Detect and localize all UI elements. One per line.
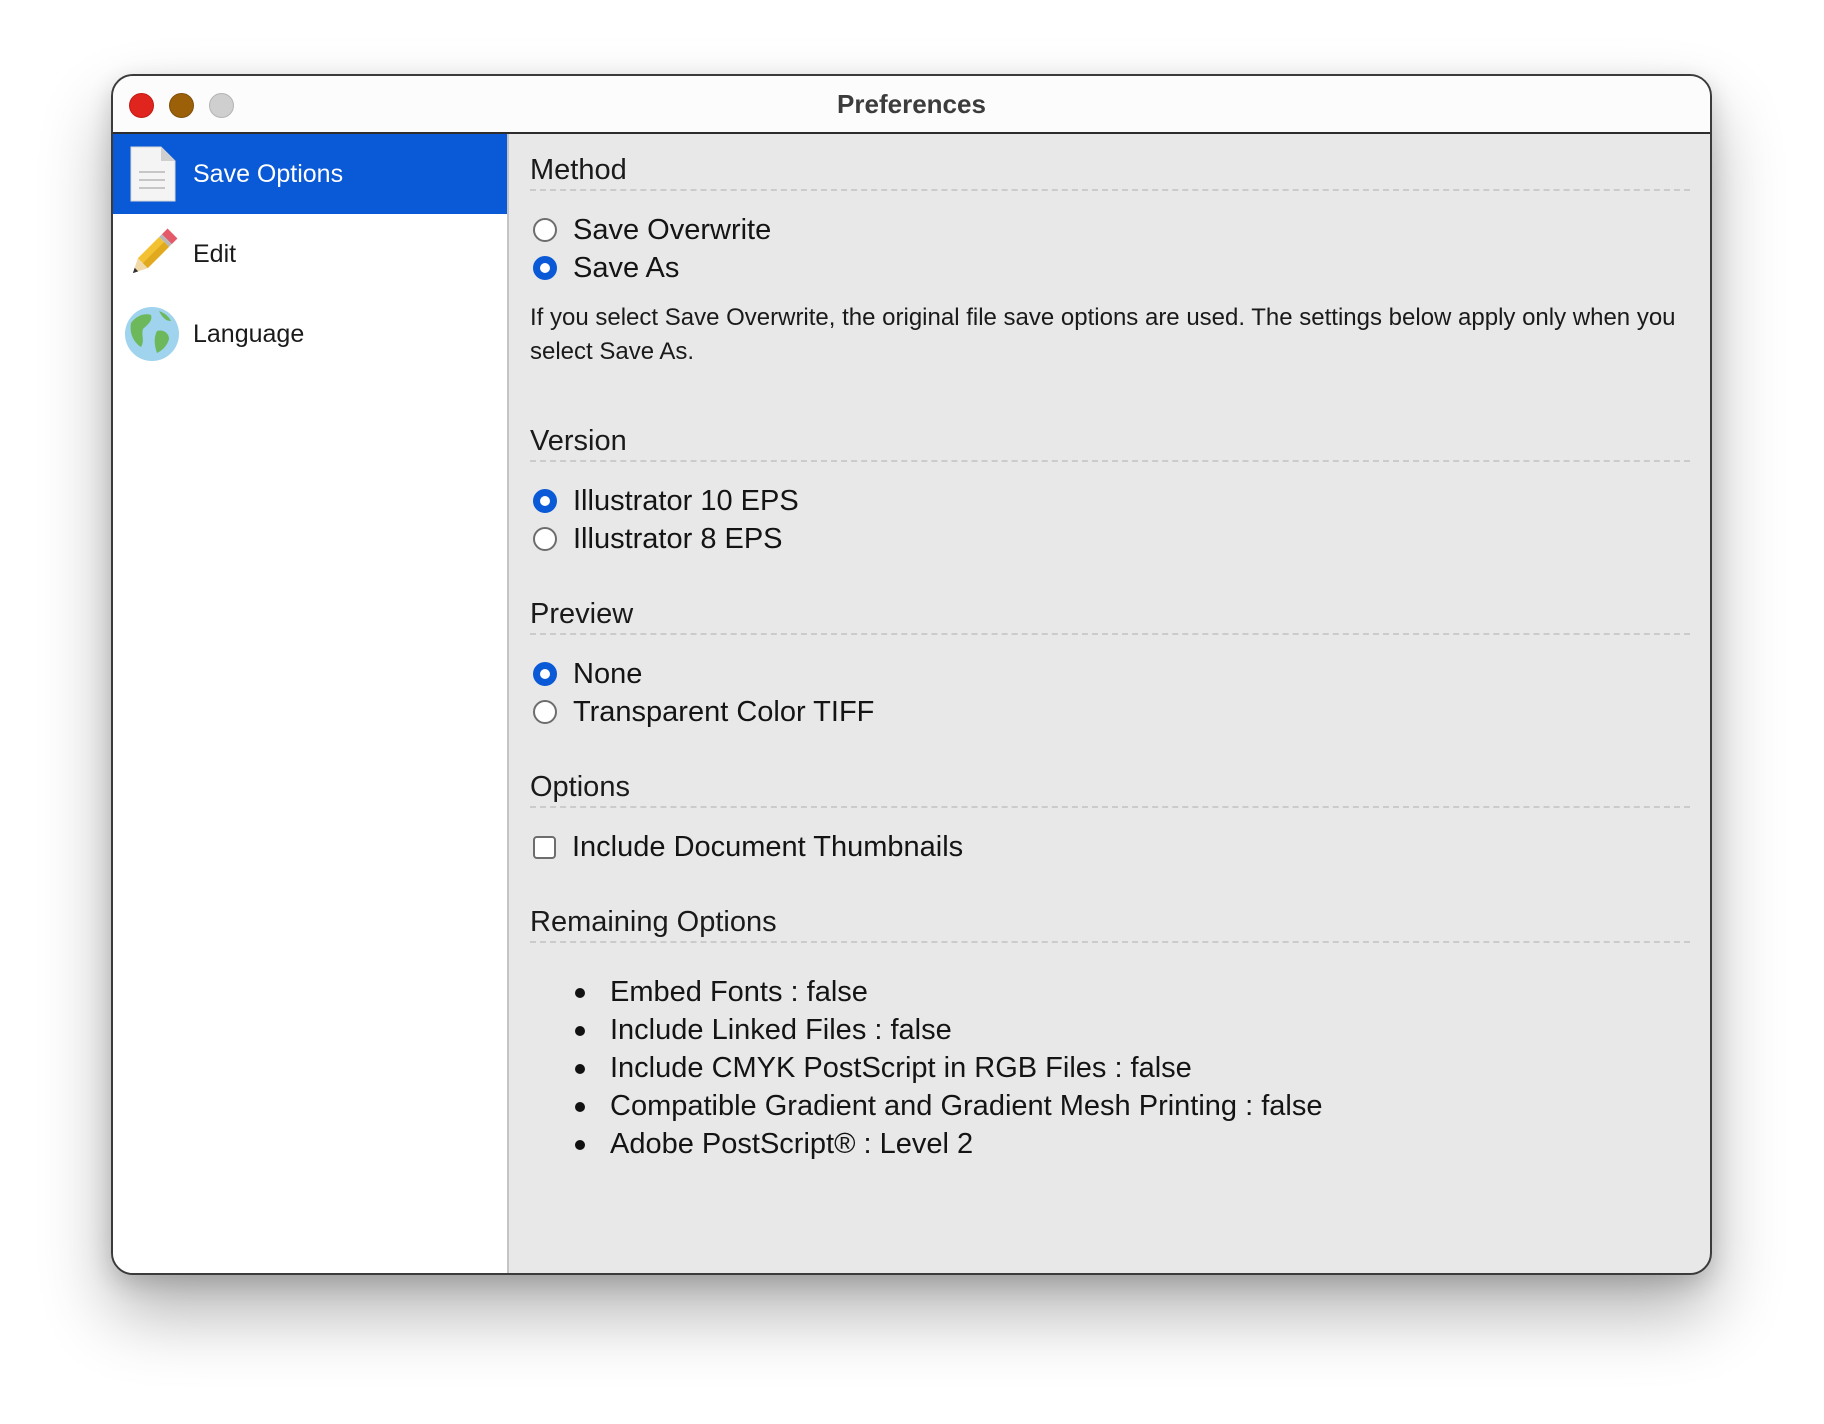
- title-bar: Preferences: [113, 76, 1710, 134]
- radio-button[interactable]: [533, 700, 557, 724]
- window-title: Preferences: [837, 89, 986, 119]
- remaining-options-list: Embed Fonts : false Include Linked Files…: [530, 973, 1690, 1163]
- section-header-preview: Preview: [530, 598, 1690, 635]
- section-header-remaining-options: Remaining Options: [530, 906, 1690, 943]
- radio-illustrator-10-eps[interactable]: Illustrator 10 EPS: [530, 482, 1690, 520]
- sidebar-item-label: Edit: [193, 239, 237, 268]
- sidebar-item-edit[interactable]: Edit: [113, 214, 507, 294]
- globe-icon: [123, 305, 181, 363]
- radio-label: Illustrator 10 EPS: [573, 484, 799, 517]
- radio-label: None: [573, 657, 643, 690]
- radio-transparent-color-tiff[interactable]: Transparent Color TIFF: [530, 693, 1690, 731]
- radio-preview-none[interactable]: None: [530, 655, 1690, 693]
- sidebar-item-save-options[interactable]: Save Options: [113, 134, 507, 214]
- preferences-window: Preferences Save Options Edit Language M…: [111, 74, 1712, 1275]
- section-header-version: Version: [530, 425, 1690, 462]
- method-note: If you select Save Overwrite, the origin…: [530, 304, 1676, 365]
- radio-button[interactable]: [533, 662, 557, 686]
- settings-panel: Method Save Overwrite Save As If you sel…: [509, 134, 1710, 1273]
- sidebar: Save Options Edit Language: [113, 134, 509, 1273]
- checkbox-label: Include Document Thumbnails: [572, 830, 964, 863]
- radio-button[interactable]: [533, 527, 557, 551]
- radio-button[interactable]: [533, 218, 557, 242]
- document-icon: [123, 145, 181, 203]
- radio-save-overwrite[interactable]: Save Overwrite: [530, 211, 1690, 249]
- radio-label: Transparent Color TIFF: [573, 695, 875, 728]
- list-item: Adobe PostScript® : Level 2: [530, 1125, 1690, 1163]
- radio-illustrator-8-eps[interactable]: Illustrator 8 EPS: [530, 520, 1690, 558]
- sidebar-item-language[interactable]: Language: [113, 294, 507, 374]
- pencil-icon: [123, 225, 181, 283]
- checkbox-include-document-thumbnails[interactable]: Include Document Thumbnails: [530, 828, 1690, 866]
- section-header-options: Options: [530, 771, 1690, 808]
- radio-button[interactable]: [533, 489, 557, 513]
- radio-label: Illustrator 8 EPS: [573, 522, 783, 555]
- radio-save-as[interactable]: Save As: [530, 249, 1690, 287]
- radio-label: Save Overwrite: [573, 213, 772, 246]
- sidebar-item-label: Language: [193, 319, 305, 348]
- section-header-method: Method: [530, 154, 1690, 191]
- sidebar-item-label: Save Options: [193, 159, 344, 188]
- list-item: Include Linked Files : false: [530, 1011, 1690, 1049]
- list-item: Compatible Gradient and Gradient Mesh Pr…: [530, 1087, 1690, 1125]
- list-item: Include CMYK PostScript in RGB Files : f…: [530, 1049, 1690, 1087]
- radio-label: Save As: [573, 251, 680, 284]
- list-item: Embed Fonts : false: [530, 973, 1690, 1011]
- radio-button[interactable]: [533, 256, 557, 280]
- checkbox[interactable]: [533, 835, 556, 859]
